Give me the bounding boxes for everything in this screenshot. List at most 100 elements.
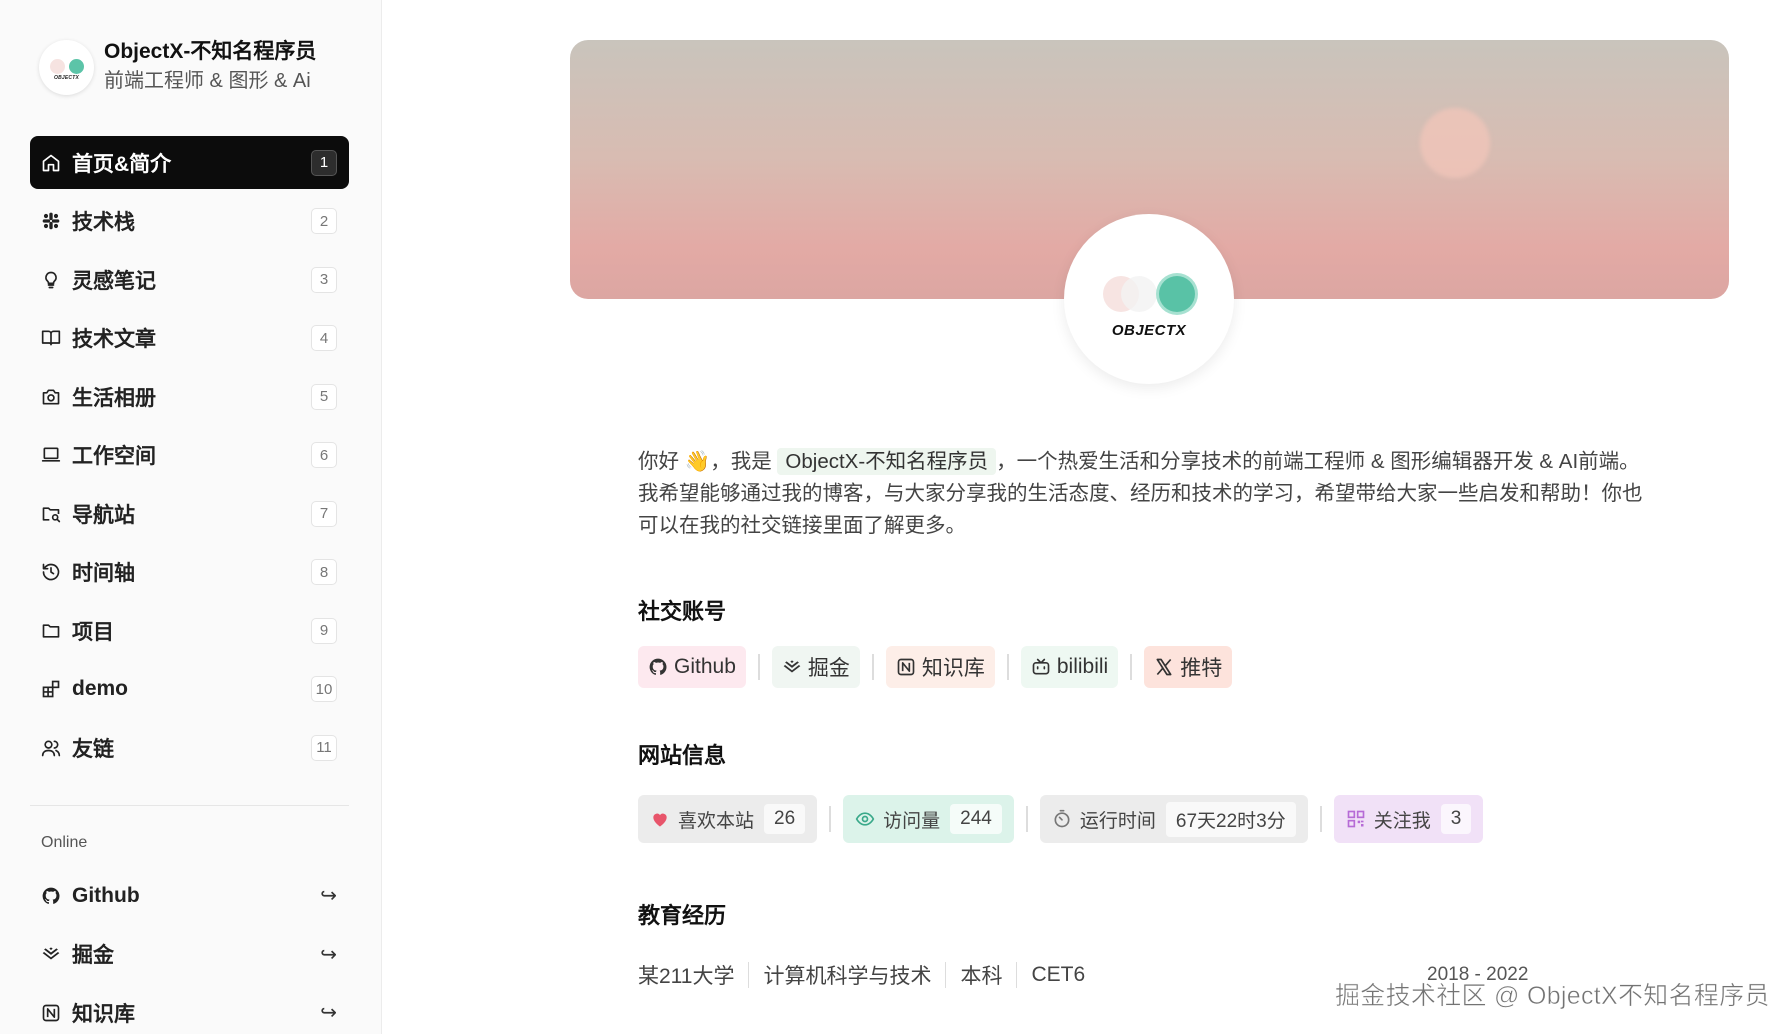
juejin-icon xyxy=(782,657,808,677)
stat-value: 244 xyxy=(950,804,1002,834)
profile-role: 前端工程师 & 图形 & Ai xyxy=(104,70,311,92)
edu-cert: CET6 xyxy=(1031,963,1086,986)
lightbulb-icon xyxy=(40,269,62,291)
sidebar-item-3[interactable]: 灵感笔记 3 xyxy=(30,253,349,306)
slack-icon xyxy=(40,210,62,232)
shortcut-key-badge: 1 xyxy=(311,149,337,176)
sidebar-item-label: 时间轴 xyxy=(72,562,135,585)
social-link-bilibili[interactable]: bilibili xyxy=(1020,646,1119,688)
sidebar-item-10[interactable]: demo 10 xyxy=(30,663,349,716)
heart-icon xyxy=(650,809,678,829)
sidebar-item-label: 首页&简介 xyxy=(72,152,172,176)
profile-avatar-large: OBJECTX xyxy=(1064,214,1234,384)
main-nav: 首页&简介 1 技术栈 2 灵感笔记 3 技术文章 4 生活相册 5 工作空间 6 导航站 7 时间轴 8 项目… xyxy=(30,136,349,780)
shortcut-key-badge: 5 xyxy=(311,383,337,410)
online-link-juejin[interactable]: 掘金 ↪ xyxy=(30,928,349,981)
intro-paragraph: 你好 👋，我是 ObjectX-不知名程序员 ，一个热爱生活和分享技术的前端工程师… xyxy=(638,448,1643,537)
laptop-icon xyxy=(40,444,62,466)
shortcut-key-badge: 10 xyxy=(311,676,337,702)
sidebar-item-4[interactable]: 技术文章 4 xyxy=(30,312,349,365)
sidebar-item-2[interactable]: 技术栈 2 xyxy=(30,195,349,248)
social-link-label: 推特 xyxy=(1180,657,1223,680)
online-section-title: Online xyxy=(41,834,88,851)
folder-icon xyxy=(40,620,62,642)
bilibili-icon xyxy=(1031,657,1057,677)
shortcut-key-badge: 8 xyxy=(311,559,337,585)
social-link-label: bilibili xyxy=(1056,655,1109,678)
education-section-title: 教育经历 xyxy=(638,903,727,928)
sidebar-item-label: 导航站 xyxy=(72,503,135,527)
education-row: 某211大学 计算机科学与技术 本科 CET6 xyxy=(638,960,1085,990)
stat-label: 运行时间 xyxy=(1079,810,1156,832)
profile-name: ObjectX-不知名程序员 xyxy=(104,40,317,63)
online-link-github[interactable]: Github ↪ xyxy=(30,869,349,922)
juejin-icon xyxy=(40,943,62,965)
profile-header[interactable]: OBJECTX ObjectX-不知名程序员 前端工程师 & 图形 & Ai xyxy=(39,38,316,96)
separator xyxy=(1025,806,1028,832)
stat-value: 3 xyxy=(1440,804,1472,834)
timer-icon xyxy=(1052,809,1080,829)
shortcut-key-badge: 6 xyxy=(311,442,337,468)
sidebar-item-label: 工作空间 xyxy=(72,445,156,468)
sidebar-item-label: 生活相册 xyxy=(72,386,156,410)
shortcut-key-badge: 9 xyxy=(311,617,337,644)
sidebar-item-7[interactable]: 导航站 7 xyxy=(30,487,349,540)
sidebar-item-9[interactable]: 项目 9 xyxy=(30,604,349,657)
social-link-github[interactable]: Github xyxy=(638,646,746,688)
external-arrow-icon: ↪ xyxy=(320,885,337,907)
edu-school: 某211大学 xyxy=(638,965,735,988)
folder-search-icon xyxy=(40,503,62,525)
separator xyxy=(1006,654,1009,680)
edu-major: 计算机科学与技术 xyxy=(763,965,932,988)
sidebar-item-1[interactable]: 首页&简介 1 xyxy=(30,136,349,189)
stat-value: 67天22时3分 xyxy=(1165,801,1296,837)
book-open-icon xyxy=(40,327,62,349)
sidebar-item-label: 灵感笔记 xyxy=(72,269,156,293)
divider xyxy=(30,805,349,806)
sidebar-item-label: demo xyxy=(72,677,129,700)
social-link-notion[interactable]: 知识库 xyxy=(885,646,995,688)
avatar-text: OBJECTX xyxy=(53,74,80,81)
sidebar-item-5[interactable]: 生活相册 5 xyxy=(30,370,349,423)
stat-heart[interactable]: 喜欢本站 26 xyxy=(638,795,818,843)
sidebar-item-label: 项目 xyxy=(72,620,114,644)
site-info-stats: 喜欢本站 26 访问量 244 运行时间 67天22时3分 关注我 3 xyxy=(638,795,1484,843)
avatar-logo-text: OBJECTX xyxy=(1111,322,1187,339)
camera-icon xyxy=(40,386,62,408)
stat-eye: 访问量 244 xyxy=(843,795,1014,843)
stat-qrcode[interactable]: 关注我 3 xyxy=(1333,795,1484,843)
social-link-juejin[interactable]: 掘金 xyxy=(771,646,860,688)
separator xyxy=(829,806,832,832)
online-link-label: 知识库 xyxy=(72,1002,135,1026)
separator xyxy=(1130,654,1133,680)
intro-name-highlight: ObjectX-不知名程序员 xyxy=(777,448,997,475)
stat-label: 访问量 xyxy=(883,810,941,832)
sidebar-item-11[interactable]: 友链 11 xyxy=(30,721,349,774)
online-link-label: 掘金 xyxy=(72,944,114,967)
online-link-notion[interactable]: 知识库 ↪ xyxy=(30,986,349,1034)
external-arrow-icon: ↪ xyxy=(320,943,337,966)
sidebar: OBJECTX ObjectX-不知名程序员 前端工程师 & 图形 & Ai 首… xyxy=(0,0,382,1034)
sidebar-item-label: 友链 xyxy=(72,737,114,761)
sidebar-item-6[interactable]: 工作空间 6 xyxy=(30,429,349,482)
social-link-x[interactable]: 推特 xyxy=(1144,646,1233,688)
github-icon xyxy=(648,657,674,677)
social-links: Github 掘金 知识库 bilibili 推特 xyxy=(638,646,1233,688)
stat-label: 关注我 xyxy=(1373,810,1431,832)
notion-icon xyxy=(896,657,922,677)
sidebar-item-label: 技术栈 xyxy=(72,211,135,234)
notion-icon xyxy=(40,1002,62,1024)
home-icon xyxy=(40,152,62,174)
social-link-label: 知识库 xyxy=(921,657,985,680)
sidebar-item-label: 技术文章 xyxy=(72,328,156,351)
sidebar-item-8[interactable]: 时间轴 8 xyxy=(30,546,349,599)
x-icon xyxy=(1154,657,1180,677)
edu-degree: 本科 xyxy=(960,965,1003,988)
social-link-label: 掘金 xyxy=(807,657,850,680)
eye-icon xyxy=(855,809,883,829)
site-info-section-title: 网站信息 xyxy=(638,743,727,768)
shortcut-key-badge: 3 xyxy=(311,266,337,293)
social-section-title: 社交账号 xyxy=(638,599,727,624)
watermark: 掘金技术社区 @ ObjectX不知名程序员 xyxy=(1335,982,1770,1011)
separator xyxy=(871,654,874,680)
